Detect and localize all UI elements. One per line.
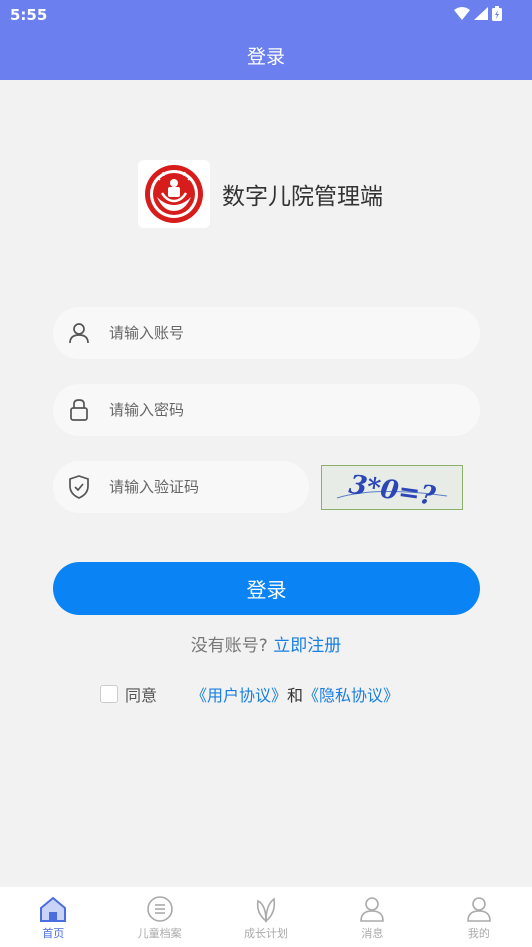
captcha-graphic: 3*0=?	[336, 469, 448, 508]
archive-icon	[146, 896, 173, 922]
captcha-text: 3*0=?	[347, 469, 438, 507]
user-icon	[360, 897, 385, 922]
logo-emblem-icon	[145, 165, 203, 223]
wifi-icon	[454, 7, 470, 20]
password-input[interactable]	[109, 401, 409, 419]
user-protocol-link[interactable]: 《用户协议》	[191, 682, 287, 706]
tab-label: 儿童档案	[137, 927, 182, 940]
account-field[interactable]	[53, 307, 480, 359]
login-button[interactable]: 登录	[53, 562, 480, 615]
tab-mine[interactable]: 我的	[426, 887, 532, 947]
status-time: 5:55	[10, 6, 48, 24]
tab-child-archive[interactable]: 儿童档案	[106, 887, 212, 947]
user-icon	[467, 897, 491, 922]
status-icons	[454, 6, 502, 21]
page-title: 登录	[246, 46, 285, 68]
register-row: 没有账号? 立即注册	[0, 631, 532, 656]
agree-label: 同意	[125, 686, 158, 705]
tab-label: 首页	[42, 927, 65, 940]
register-prompt: 没有账号?	[190, 636, 268, 656]
home-icon	[40, 896, 67, 922]
tab-messages[interactable]: 消息	[319, 887, 425, 947]
register-link[interactable]: 立即注册	[273, 636, 341, 656]
bottom-tab-bar: 首页 儿童档案 成长计划 消息 我的	[0, 887, 532, 947]
privacy-protocol-link[interactable]: 《隐私协议》	[303, 682, 399, 706]
tab-growth-plan[interactable]: 成长计划	[213, 887, 319, 947]
agreement-row: 同意 《用户协议》 和 《隐私协议》	[100, 682, 399, 706]
user-icon	[53, 322, 103, 344]
leaf-icon	[256, 897, 276, 923]
tab-label: 消息	[361, 927, 384, 940]
lock-icon	[53, 398, 103, 422]
captcha-field[interactable]	[53, 461, 309, 513]
captcha-image[interactable]: 3*0=?	[321, 465, 463, 510]
battery-icon	[492, 6, 502, 21]
agree-checkbox[interactable]	[100, 685, 118, 703]
signal-icon	[474, 7, 488, 20]
tab-label: 成长计划	[244, 927, 289, 940]
app-bar: 5:55 登录	[0, 0, 532, 80]
account-input[interactable]	[109, 324, 409, 342]
brand-row: 数字儿院管理端	[138, 160, 383, 228]
tab-label: 我的	[467, 927, 490, 940]
tab-home[interactable]: 首页	[0, 887, 106, 947]
app-logo	[138, 160, 210, 228]
shield-icon	[53, 475, 103, 499]
app-name: 数字儿院管理端	[222, 184, 383, 210]
password-field[interactable]	[53, 384, 480, 436]
captcha-input[interactable]	[109, 478, 289, 496]
and-text: 和	[287, 686, 304, 705]
